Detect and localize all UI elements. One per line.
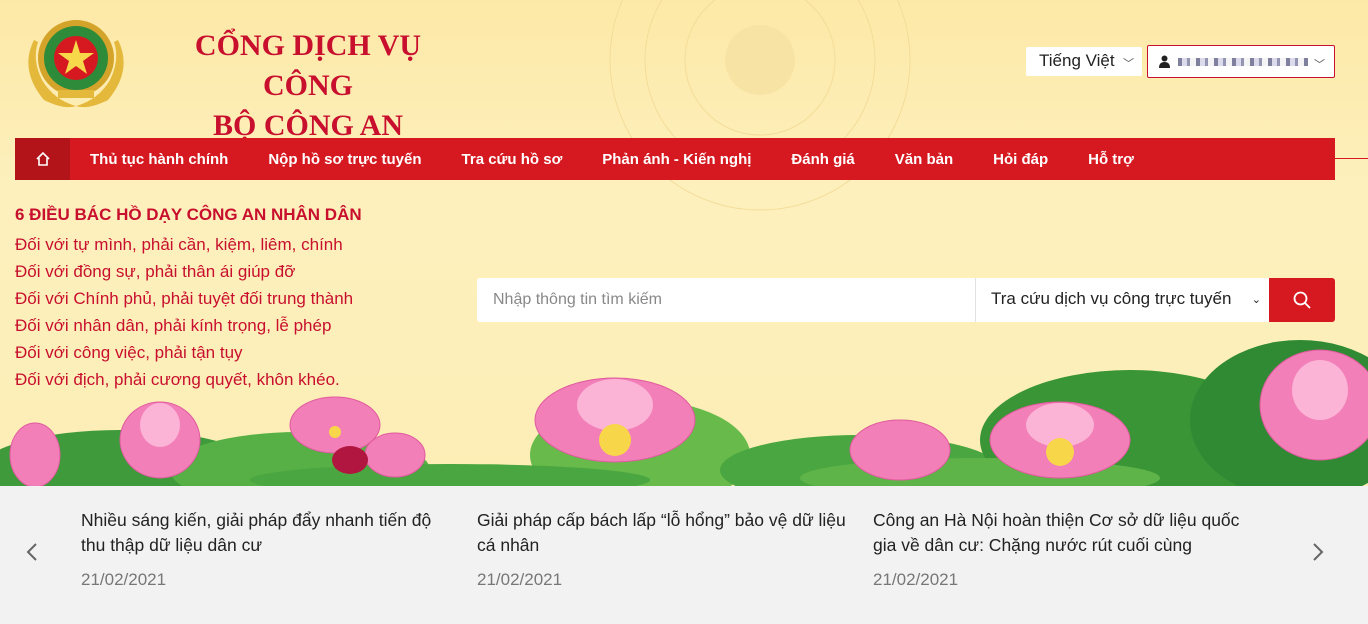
- home-icon: [35, 151, 50, 166]
- news-date: 21/02/2021: [873, 570, 959, 589]
- news-title[interactable]: Giải pháp cấp bách lấp “lỗ hổng” bảo vệ …: [477, 508, 847, 558]
- chevron-down-icon: ﹀: [1314, 59, 1325, 71]
- site-title[interactable]: CỔNG DỊCH VỤ CÔNG BỘ CÔNG AN: [158, 26, 458, 146]
- news-carousel: Nhiều sáng kiến, giải pháp đẩy nhanh tiế…: [0, 486, 1368, 624]
- nav-item-thu-tuc[interactable]: Thủ tục hành chính: [70, 151, 248, 168]
- teaching-line: Đối với đồng sự, phải thân ái giúp đỡ: [15, 262, 296, 281]
- police-emblem-logo[interactable]: [14, 10, 138, 114]
- search-button[interactable]: [1269, 278, 1335, 322]
- news-title[interactable]: Nhiều sáng kiến, giải pháp đẩy nhanh tiế…: [81, 508, 451, 558]
- news-date: 21/02/2021: [81, 570, 167, 589]
- teaching-line: Đối với tự mình, phải cần, kiệm, liêm, c…: [15, 235, 343, 254]
- news-date: 21/02/2021: [477, 570, 563, 589]
- user-account-menu[interactable]: ﹀: [1147, 45, 1335, 78]
- teachings-block: 6 ĐIỀU BÁC HỒ DẠY CÔNG AN NHÂN DÂN Đối v…: [15, 204, 362, 393]
- nav-item-danh-gia[interactable]: Đánh giá: [771, 151, 874, 168]
- search-input[interactable]: [477, 278, 975, 322]
- nav-home[interactable]: [15, 138, 70, 180]
- teaching-line: Đối với địch, phải cương quyết, khôn khé…: [15, 370, 340, 389]
- language-label: Tiếng Việt: [1039, 51, 1115, 70]
- carousel-next-button[interactable]: [1308, 538, 1328, 566]
- teaching-line: Đối với công việc, phải tận tụy: [15, 343, 243, 362]
- site-header: CỔNG DỊCH VỤ CÔNG BỘ CÔNG AN Tiếng Việt …: [0, 0, 1368, 142]
- user-name-redacted: [1178, 58, 1308, 66]
- main-nav: Thủ tục hành chính Nộp hồ sơ trực tuyến …: [15, 138, 1335, 180]
- nav-item-ho-tro[interactable]: Hỗ trợ: [1068, 151, 1154, 168]
- chevron-left-icon: [26, 543, 37, 561]
- user-icon: [1159, 55, 1170, 68]
- search-scope-select[interactable]: Tra cứu dịch vụ công trực tuyến ⌄: [975, 278, 1269, 322]
- nav-item-phan-anh[interactable]: Phản ánh - Kiến nghị: [582, 151, 771, 168]
- teaching-line: Đối với Chính phủ, phải tuyệt đối trung …: [15, 289, 354, 308]
- chevron-right-icon: [1313, 543, 1324, 561]
- news-title[interactable]: Công an Hà Nội hoàn thiện Cơ sở dữ liệu …: [873, 508, 1243, 558]
- nav-item-tra-cuu[interactable]: Tra cứu hồ sơ: [442, 151, 583, 168]
- site-title-line1: CỔNG DỊCH VỤ CÔNG: [194, 29, 422, 102]
- news-card[interactable]: Công an Hà Nội hoàn thiện Cơ sở dữ liệu …: [873, 508, 1243, 590]
- chevron-down-icon: ⌄: [1251, 294, 1261, 306]
- nav-item-hoi-dap[interactable]: Hỏi đáp: [973, 151, 1068, 168]
- search-icon: [1293, 291, 1311, 309]
- news-card[interactable]: Nhiều sáng kiến, giải pháp đẩy nhanh tiế…: [81, 508, 451, 590]
- nav-item-nop-ho-so[interactable]: Nộp hồ sơ trực tuyến: [248, 151, 441, 168]
- chevron-down-icon: ﹀: [1123, 58, 1134, 70]
- nav-item-van-ban[interactable]: Văn bản: [875, 151, 973, 168]
- nav-divider-line: [1335, 158, 1368, 159]
- language-select[interactable]: Tiếng Việt ﹀: [1026, 47, 1142, 76]
- search-scope-label: Tra cứu dịch vụ công trực tuyến: [991, 289, 1232, 308]
- teachings-heading: 6 ĐIỀU BÁC HỒ DẠY CÔNG AN NHÂN DÂN: [15, 205, 362, 224]
- search-bar: Tra cứu dịch vụ công trực tuyến ⌄: [477, 278, 1335, 322]
- news-card[interactable]: Giải pháp cấp bách lấp “lỗ hổng” bảo vệ …: [477, 508, 847, 590]
- carousel-prev-button[interactable]: [22, 538, 42, 566]
- teaching-line: Đối với nhân dân, phải kính trọng, lễ ph…: [15, 316, 332, 335]
